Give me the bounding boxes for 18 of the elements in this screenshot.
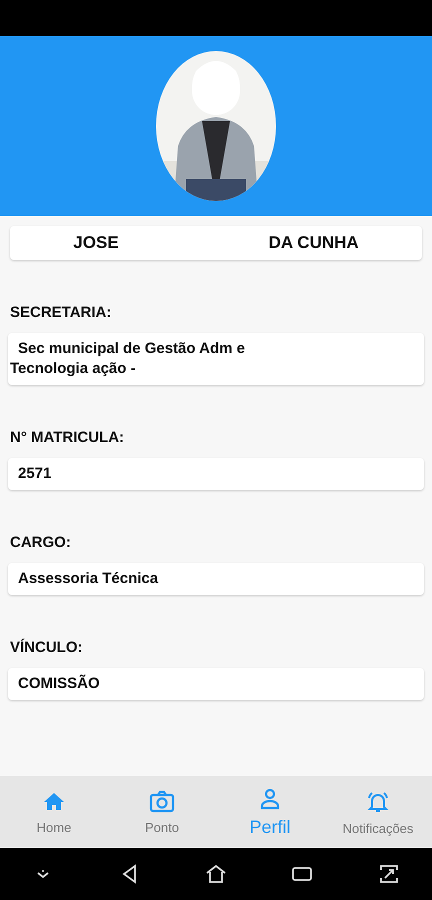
field-label: N° MATRICULA: <box>10 429 124 446</box>
field-value: COMISSÃO <box>17 674 100 694</box>
home-icon[interactable] <box>204 862 228 886</box>
camera-icon <box>149 790 175 814</box>
field-value: Sec municipal de Gestão Adm e <box>17 339 246 359</box>
person-icon <box>258 786 282 810</box>
nav-tab[interactable]: Home <box>0 776 108 848</box>
field-label: SECRETARIA: <box>10 304 112 321</box>
nav-tab[interactable]: Ponto <box>108 776 216 848</box>
field-value: Assessoria Técnica <box>17 569 158 589</box>
nav-tab[interactable]: Perfil <box>216 776 324 848</box>
field-label: CARGO: <box>10 534 71 551</box>
name-text: JOSE <box>73 233 119 253</box>
field-label: VÍNCULO: <box>10 639 82 656</box>
field-value: Tecnologia ação - <box>10 359 136 379</box>
nav-tab[interactable]: Notificações <box>324 776 432 848</box>
field-value: 2571 <box>17 464 52 484</box>
name-text: DA CUNHA <box>268 233 359 253</box>
